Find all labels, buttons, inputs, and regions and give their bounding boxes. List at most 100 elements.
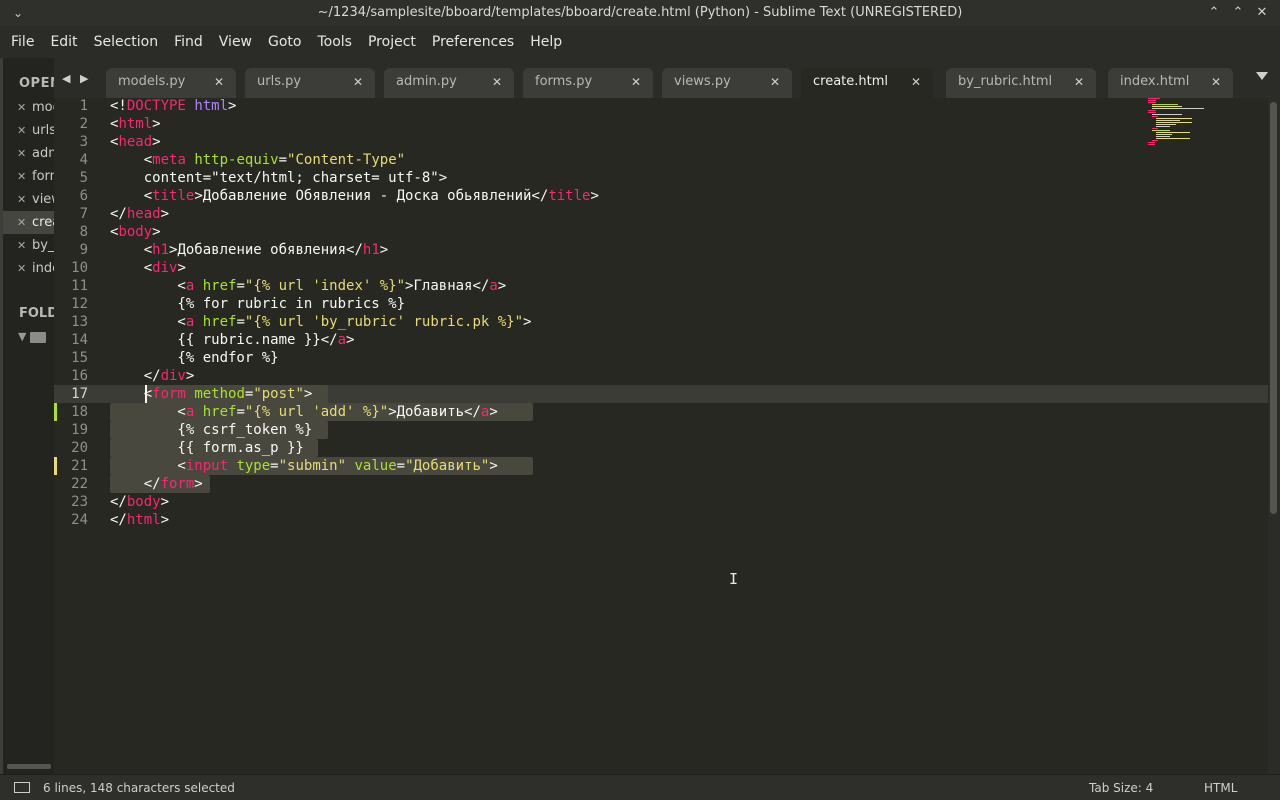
tab-models-py[interactable]: models.py ✕ [106,68,236,98]
close-file-icon[interactable]: ✕ [17,188,26,211]
sidebar-file-urls[interactable]: ✕urls.py [3,119,54,142]
disclosure-triangle-icon[interactable]: ▼ [18,330,26,343]
close-tab-icon[interactable]: ✕ [911,68,921,96]
title-bar: ⌄ ~/1234/samplesite/bboard/templates/bbo… [0,0,1280,26]
tab-create-html[interactable]: create.html ✕ [801,68,933,98]
panel-toggle-icon[interactable] [14,782,30,793]
sidebar-file-forms[interactable]: ✕forms.py [3,165,54,188]
code-line[interactable]: {{ rubric.name }}</a> [110,331,354,349]
code-line[interactable]: <form method="post"> [110,385,313,403]
maximize-icon[interactable]: ⌃ [1226,0,1250,26]
close-tab-icon[interactable]: ✕ [1211,68,1221,96]
status-bar: 6 lines, 148 characters selected Tab Siz… [0,774,1280,800]
line-number: 17 [71,386,88,402]
code-line[interactable]: </div> [110,367,195,385]
code-line[interactable]: {% csrf_token %} [110,421,312,439]
code-line[interactable]: <html> [110,115,161,133]
close-tab-icon[interactable]: ✕ [492,68,502,96]
code-line[interactable]: <a href="{% url 'add' %}">Добавить</a> [110,403,497,421]
code-editor[interactable]: 1 2 3 4 5 6 7 8 9 10 11 12 13 14 15 16 1… [54,98,1268,774]
close-file-icon[interactable]: ✕ [17,211,26,234]
line-number: 13 [71,314,88,330]
close-tab-icon[interactable]: ✕ [631,68,641,96]
code-line[interactable]: <a href="{% url 'index' %}">Главная</a> [110,277,506,295]
open-files-header: OPEN FILES [19,76,54,91]
menu-help[interactable]: Help [522,26,570,58]
close-file-icon[interactable]: ✕ [17,96,26,119]
line-number: 16 [71,368,88,384]
menu-find[interactable]: Find [166,26,211,58]
code-line[interactable]: <title>Добавление Обявления - Доска обья… [110,187,599,205]
code-line[interactable]: {% endfor %} [110,349,278,367]
menu-edit[interactable]: Edit [42,26,85,58]
line-number: 6 [79,188,88,204]
code-line[interactable]: </body> [110,493,169,511]
tab-forms-py[interactable]: forms.py ✕ [523,68,653,98]
menu-project[interactable]: Project [360,26,424,58]
minimap[interactable] [1144,98,1204,148]
sidebar-file-models[interactable]: ✕models.py [3,96,54,119]
scrollbar-thumb[interactable] [1270,102,1277,514]
tab-by-rubric-html[interactable]: by_rubric.html ✕ [946,68,1096,98]
line-number: 12 [71,296,88,312]
line-number: 4 [79,152,88,168]
sidebar: OPEN FILES ✕models.py ✕urls.py ✕admin.py… [0,58,54,774]
sidebar-file-by-rubric[interactable]: ✕by_rubric.html [3,234,54,257]
line-number: 8 [79,224,88,240]
sidebar-file-admin[interactable]: ✕admin.py [3,142,54,165]
code-line[interactable]: <h1>Добавление обявления</h1> [110,241,388,259]
sidebar-file-views[interactable]: ✕views.py [3,188,54,211]
sidebar-folder-samplesite[interactable]: ▼ [18,330,47,343]
tab-nav-arrows-icon[interactable]: ◀ ▶ [62,72,91,85]
close-file-icon[interactable]: ✕ [17,165,26,188]
close-tab-icon[interactable]: ✕ [214,68,224,96]
tab-index-html[interactable]: index.html ✕ [1108,68,1233,98]
code-line[interactable]: <body> [110,223,161,241]
code-line[interactable]: <div> [110,259,186,277]
code-line[interactable]: </head> [110,205,169,223]
code-line[interactable]: <head> [110,133,161,151]
sidebar-scrollbar[interactable] [7,764,51,769]
line-number: 7 [79,206,88,222]
menu-bar: File Edit Selection Find View Goto Tools… [0,26,1280,58]
code-line[interactable]: </html> [110,511,169,529]
vertical-scrollbar[interactable] [1268,98,1280,774]
code-line[interactable]: content="text/html; charset= utf-8"> [110,169,447,187]
close-tab-icon[interactable]: ✕ [1074,68,1084,96]
tab-size-indicator[interactable]: Tab Size: 4 [1089,775,1153,800]
menu-preferences[interactable]: Preferences [424,26,522,58]
tab-bar: ◀ ▶ models.py ✕ urls.py ✕ admin.py ✕ forms.… [54,58,1280,98]
close-window-icon[interactable]: ✕ [1250,0,1274,26]
close-tab-icon[interactable]: ✕ [770,68,780,96]
menu-goto[interactable]: Goto [260,26,309,58]
close-file-icon[interactable]: ✕ [17,119,26,142]
code-line[interactable]: <a href="{% url 'by_rubric' rubric.pk %}… [110,313,531,331]
tab-views-py[interactable]: views.py ✕ [662,68,792,98]
close-file-icon[interactable]: ✕ [17,257,26,280]
window-menu-icon[interactable]: ⌄ [8,0,28,26]
minimize-icon[interactable]: ⌃ [1202,0,1226,26]
menu-tools[interactable]: Tools [309,26,360,58]
menu-selection[interactable]: Selection [86,26,167,58]
sidebar-file-create[interactable]: ✕create.html [3,211,54,234]
close-file-icon[interactable]: ✕ [17,142,26,165]
line-number-gutter: 1 2 3 4 5 6 7 8 9 10 11 12 13 14 15 16 1… [54,98,110,774]
tab-overflow-menu-icon[interactable] [1256,72,1268,80]
code-line[interactable]: <meta http-equiv="Content-Type" [110,151,405,169]
code-line[interactable]: </form> [110,475,203,493]
line-number: 9 [79,242,88,258]
line-number: 24 [71,512,88,528]
syntax-indicator[interactable]: HTML [1204,775,1237,800]
tab-admin-py[interactable]: admin.py ✕ [384,68,514,98]
menu-file[interactable]: File [3,26,42,58]
code-line[interactable]: {{ form.as_p }} [110,439,303,457]
close-tab-icon[interactable]: ✕ [353,68,363,96]
tab-urls-py[interactable]: urls.py ✕ [245,68,375,98]
code-line[interactable]: <input type="submin" value="Добавить"> [110,457,497,475]
close-file-icon[interactable]: ✕ [17,234,26,257]
text-cursor-icon: I [729,570,739,588]
sidebar-file-index[interactable]: ✕index.html [3,257,54,280]
code-line[interactable]: <!DOCTYPE html> [110,98,236,115]
code-line[interactable]: {% for rubric in rubrics %} [110,295,405,313]
menu-view[interactable]: View [211,26,260,58]
